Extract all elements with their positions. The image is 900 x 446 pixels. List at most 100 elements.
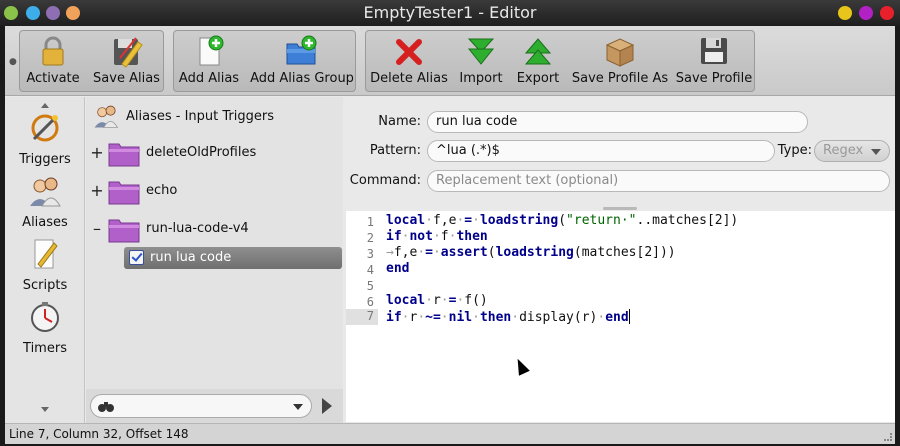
code-token: · [597,310,606,325]
import-arrow-icon [467,38,495,65]
folder-icon [108,181,140,205]
code-line-3: →f,e·=·assert(loadstring(matches[2])) [386,245,676,260]
save-alias-button[interactable]: Save Alias [88,31,165,91]
line-number-current: 7 [346,309,378,325]
code-token: · [472,213,480,228]
floppy-disk-icon [701,38,727,64]
save-profile-as-button[interactable]: Save Profile As [568,31,672,91]
import-button[interactable]: Import [454,31,508,91]
scroll-down-icon[interactable] [41,407,49,412]
code-token: · [440,293,449,308]
minimize-button[interactable] [838,6,852,20]
code-token: ( [487,245,496,260]
code-token: then [479,310,512,325]
title-bar: EmptyTester1 - Editor [0,0,900,26]
code-token: ( [558,213,567,228]
timers-icon [31,302,59,332]
search-bar [86,389,343,423]
sidebar-item-aliases[interactable]: Aliases [5,170,85,232]
tree-folder-row[interactable]: – run-lua-code-v4 [86,213,343,247]
chevron-down-icon [871,149,881,155]
aliases-header-icon [94,105,119,128]
close-button[interactable] [880,6,894,20]
code-token: loadstring [495,245,574,260]
save-edit-icon [113,37,143,68]
save-profile-button[interactable]: Save Profile [674,31,754,91]
code-token: · [417,310,426,325]
code-token: end [605,310,629,325]
maximize-button[interactable] [859,6,873,20]
status-bar: Line 7, Column 32, Offset 148 [5,423,895,444]
code-token: end [386,261,410,276]
tree-item-selected[interactable]: run lua code [124,247,342,269]
resize-grip-icon[interactable] [884,433,892,441]
activate-button[interactable]: Activate [20,31,86,91]
command-field[interactable]: Replacement text (optional) [427,170,890,192]
add-document-icon [199,35,224,66]
code-token: assert [440,245,488,260]
package-icon [605,38,635,67]
name-field[interactable]: run lua code [427,111,808,133]
type-label: Type: [777,143,812,158]
editor-window: ● Activate Save Alias Add Alias Add Alia… [5,26,895,444]
code-token: = [425,245,433,260]
search-input[interactable] [90,394,312,418]
code-line-1: local·f,e·=·loadstring("return·"..matche… [386,213,738,228]
code-token: · [511,310,520,325]
export-button[interactable]: Export [510,31,566,91]
aliases-icon [30,177,61,207]
code-token: f() [464,293,488,308]
code-token: local [386,293,426,308]
toolbar: ● Activate Save Alias Add Alias Add Alia… [5,26,895,96]
folder-icon [108,143,140,167]
alias-form: Name: run lua code Pattern: ^lua (.*)$ T… [345,97,895,211]
tree-header: Aliases - Input Triggers [86,97,343,135]
binoculars-icon [98,402,114,412]
code-token: then [456,229,488,244]
name-label: Name: [378,114,421,129]
code-line-6: local·r·=·f() [386,293,488,308]
code-token: local [386,213,426,228]
code-token: r [432,293,441,308]
sidebar-item-timers[interactable]: Timers [5,296,85,358]
sidebar-item-triggers[interactable]: Triggers [5,107,85,169]
text-cursor [628,309,630,324]
search-go-icon[interactable] [322,398,332,414]
expand-icon[interactable]: + [90,143,104,162]
splitter-handle[interactable] [603,207,637,210]
chevron-down-icon[interactable] [293,404,303,410]
expand-icon[interactable]: + [90,181,104,200]
code-token: · [440,310,449,325]
line-number: 5 [366,279,374,293]
code-token: not [409,229,433,244]
add-alias-button[interactable]: Add Alias [174,31,244,91]
code-token: · [472,310,480,325]
code-line-2: if·not·f·then [386,229,488,244]
alias-tree: Aliases - Input Triggers + deleteOldProf… [86,97,343,389]
line-number: 2 [366,231,374,245]
active-checkbox[interactable] [129,250,144,265]
code-token: f [440,229,449,244]
code-editor[interactable]: 1 2 3 4 5 6 7 local·f,e·=·loadstring("re… [346,211,895,422]
type-select[interactable]: Regex [814,140,890,162]
line-number-gutter: 1 2 3 4 5 6 7 [346,211,378,422]
pattern-field[interactable]: ^lua (.*)$ [427,140,775,162]
tree-folder-row[interactable]: + echo [86,175,343,209]
delete-alias-button[interactable]: Delete Alias [366,31,452,91]
tree-folder-row[interactable]: + deleteOldProfiles [86,137,343,171]
code-token: f,e [432,213,457,228]
scripts-icon [34,239,58,269]
cursor-position-status: Line 7, Column 32, Offset 148 [9,427,189,441]
line-number: 6 [366,295,374,309]
sidebar-item-scripts[interactable]: Scripts [5,233,85,295]
toolbar-group-add: Add Alias Add Alias Group [173,30,356,92]
line-number: 4 [366,263,374,277]
add-alias-group-button[interactable]: Add Alias Group [248,31,356,91]
code-token: ..matches[2]) [636,213,739,228]
toolbar-group-profile: Delete Alias Import Export Save Profile … [365,30,755,92]
toolbar-handle-icon[interactable]: ● [9,57,17,67]
code-line-7: if·r·~=·nil·then·display(r)·end [386,309,630,325]
code-token: (matches[2])) [573,245,676,260]
collapse-icon[interactable]: – [90,219,104,238]
code-token: f,e [393,245,418,260]
